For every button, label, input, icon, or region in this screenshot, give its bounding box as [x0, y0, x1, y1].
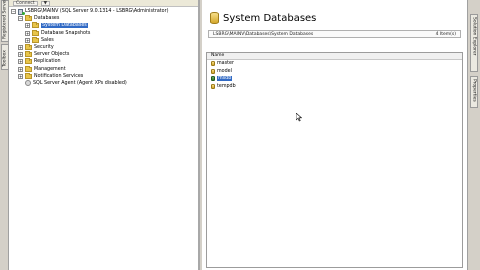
tree-node-server[interactable]: − LSBRG\MAINV (SQL Server 9.0.1314 - LSB… — [11, 8, 198, 15]
tree-node-label: Sales — [41, 37, 54, 43]
expand-icon[interactable]: + — [25, 30, 30, 36]
tree-node-label: Server Objects — [34, 52, 70, 58]
tree-node[interactable]: + Server Objects — [11, 51, 198, 58]
object-explorer-tree: − LSBRG\MAINV (SQL Server 9.0.1314 - LSB… — [9, 7, 198, 87]
path-text: LSBRG\MAINV\Databases\System Databases — [213, 31, 314, 37]
list-item-label: tempdb — [217, 83, 236, 89]
tree-node-label: Database Snapshots — [41, 30, 91, 36]
database-icon — [210, 12, 219, 24]
object-explorer: Connect ▼ − LSBRG\MAINV (SQL Server 9.0.… — [9, 0, 200, 270]
tree-node-label: Replication — [34, 59, 61, 65]
connect-dropdown-button[interactable]: ▼ — [40, 0, 51, 6]
database-icon — [211, 61, 215, 67]
folder-icon — [25, 44, 32, 51]
left-tool-strip: Registered Servers Toolbox — [0, 0, 9, 270]
list-item[interactable]: model — [207, 68, 462, 76]
expand-icon[interactable]: + — [18, 52, 23, 58]
toolbox-tab[interactable]: Toolbox — [1, 44, 9, 70]
tree-node-label: Databases — [34, 16, 60, 22]
path-bar: LSBRG\MAINV\Databases\System Databases 4… — [208, 30, 461, 38]
folder-icon — [25, 72, 32, 79]
server-icon — [18, 8, 25, 15]
database-icon — [211, 76, 215, 82]
tree-node[interactable]: + Management — [11, 65, 198, 73]
tree-node-label: Management — [34, 66, 66, 72]
tree-node[interactable]: + Sales — [11, 36, 198, 44]
folder-icon — [32, 36, 39, 43]
summary-title: System Databases — [202, 6, 467, 30]
database-icon — [211, 68, 215, 74]
tree-node-label: Notification Services — [34, 73, 84, 79]
page-title: System Databases — [223, 12, 317, 24]
tree-node[interactable]: SQL Server Agent (Agent XPs disabled) — [11, 80, 198, 87]
collapse-icon[interactable]: − — [18, 16, 23, 22]
database-icon — [211, 83, 215, 89]
folder-icon — [32, 22, 39, 29]
list-item[interactable]: msdb — [207, 75, 462, 83]
tree-node-label: LSBRG\MAINV (SQL Server 9.0.1314 - LSBRG… — [25, 9, 169, 15]
folder-icon — [25, 51, 32, 58]
folder-icon — [25, 58, 32, 65]
expand-icon[interactable]: + — [25, 23, 30, 29]
tree-node[interactable]: + Security — [11, 44, 198, 51]
column-header-name[interactable]: Name — [207, 53, 462, 60]
folder-icon — [32, 29, 39, 36]
tree-node[interactable]: + Notification Services — [11, 72, 198, 80]
collapse-icon[interactable]: − — [11, 9, 16, 15]
registered-servers-tab[interactable]: Registered Servers — [1, 0, 9, 42]
solution-explorer-tab[interactable]: Solution Explorer — [470, 14, 478, 72]
list-item-label: model — [217, 68, 232, 74]
tree-node-label: Security — [34, 45, 54, 51]
object-explorer-toolbar: Connect ▼ — [9, 0, 198, 7]
folder-icon — [25, 65, 32, 72]
list-item[interactable]: master — [207, 60, 462, 68]
expand-icon[interactable]: + — [18, 66, 23, 72]
agent-icon — [25, 80, 31, 87]
expand-icon[interactable]: + — [25, 37, 30, 43]
tree-node-label: System Databases — [41, 23, 88, 29]
list-item-label: msdb — [217, 76, 233, 82]
tree-node[interactable]: + System Databases — [11, 22, 198, 29]
tree-node-label: SQL Server Agent (Agent XPs disabled) — [33, 80, 127, 86]
list-item[interactable]: tempdb — [207, 83, 462, 91]
expand-icon[interactable]: + — [18, 45, 23, 51]
collapse-icon — [18, 81, 23, 86]
folder-icon — [25, 15, 32, 22]
properties-tab[interactable]: Properties — [470, 76, 478, 108]
tree-node[interactable]: + Replication — [11, 58, 198, 65]
list-item-label: master — [217, 61, 234, 67]
right-tool-strip: Solution Explorer Properties — [467, 0, 480, 270]
expand-icon[interactable]: + — [18, 59, 23, 65]
connect-button[interactable]: Connect — [13, 0, 38, 6]
database-list: Name master model msdb tempdb — [206, 52, 463, 268]
tree-node[interactable]: + Database Snapshots — [11, 29, 198, 37]
item-count: 4 Item(s) — [435, 31, 456, 37]
mouse-cursor-icon — [296, 113, 302, 122]
expand-icon[interactable]: + — [18, 73, 23, 79]
tree-node[interactable]: − Databases — [11, 15, 198, 22]
